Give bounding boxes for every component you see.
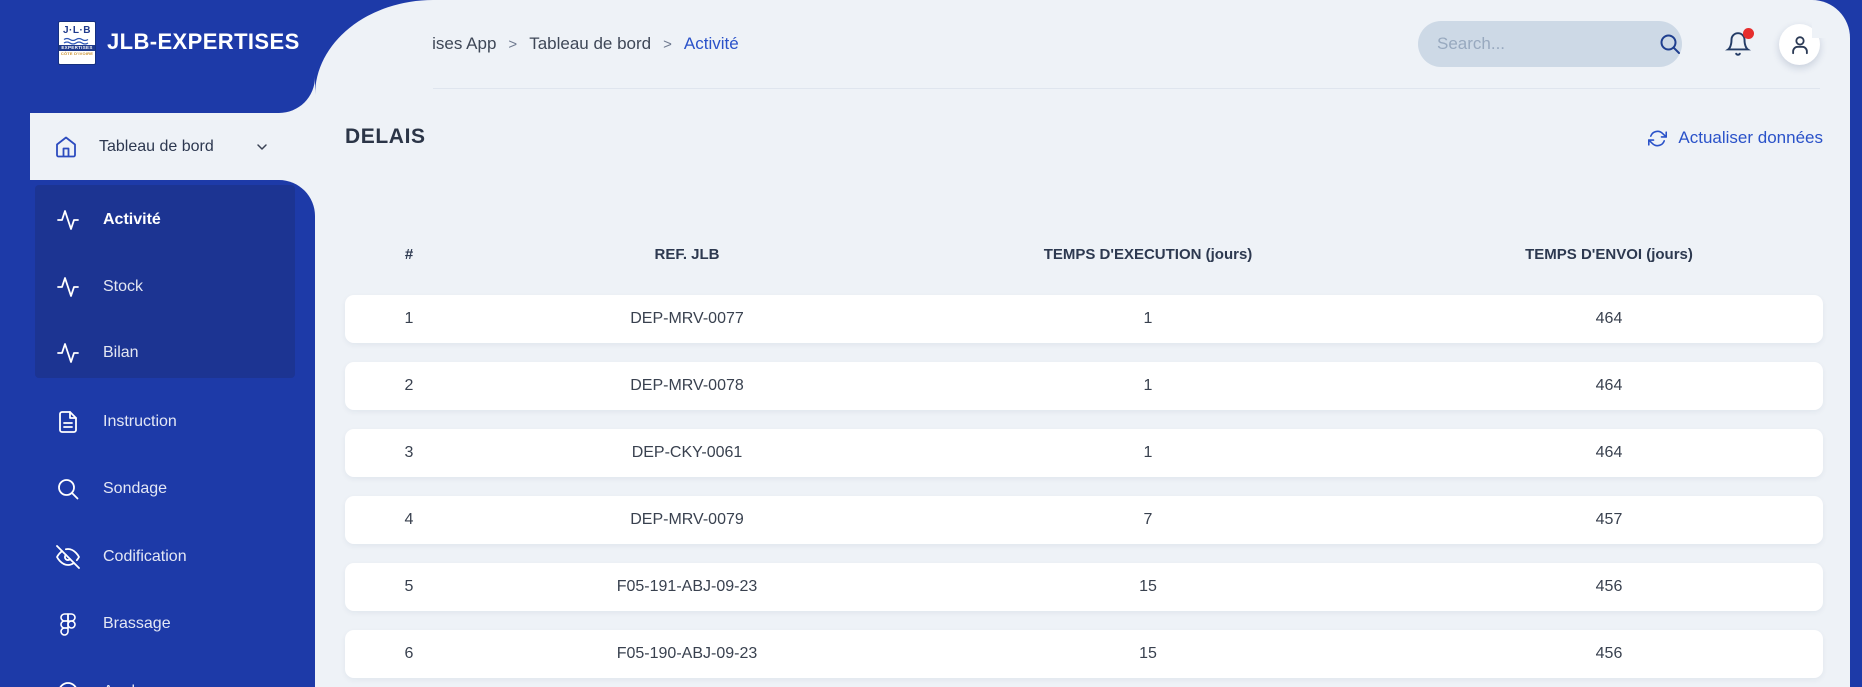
cell-num: 3 [404,444,414,461]
cell-ref: F05-190-ABJ-09-23 [616,645,758,662]
table-header-row: # REF. JLB TEMPS D'EXECUTION (jours) TEM… [345,240,1823,268]
sidebar-item-bilan[interactable]: Bilan [0,333,315,373]
cell-exec: 15 [1139,578,1157,595]
sidebar-item-label: Analyse [103,683,160,687]
column-header-exec: TEMPS D'EXECUTION (jours) [1043,245,1253,263]
activity-icon [56,208,80,232]
table-body: 1 DEP-MRV-0077 1 464 2 DEP-MRV-0078 1 46… [345,295,1823,687]
chevron-down-icon[interactable] [254,139,270,155]
cell-num: 6 [404,645,414,662]
sidebar-strip [0,113,30,180]
cell-envoi: 456 [1595,645,1623,662]
cell-exec: 1 [1143,310,1153,327]
sidebar-item-label: Bilan [103,344,139,361]
right-edge-band [1850,0,1862,687]
refresh-icon [1648,130,1668,146]
cell-num: 1 [404,310,414,327]
activity-icon [56,275,80,299]
sidebar-item-label: Tableau de bord [99,137,214,155]
sidebar-item-label: Sondage [103,480,168,497]
search-input[interactable] [1437,34,1658,54]
breadcrumb-separator-icon: > [508,35,518,53]
cell-ref: DEP-MRV-0077 [630,310,744,327]
cell-num: 5 [404,578,414,595]
sidebar-item-label: Stock [103,278,144,295]
page-title: DELAIS [345,125,426,148]
logo-waves-icon [63,37,91,45]
header-divider [345,88,1820,89]
document-icon [56,410,80,434]
sidebar-item-label: Instruction [103,413,177,430]
person-icon [1791,35,1808,54]
cell-envoi: 464 [1595,377,1623,394]
table-row[interactable]: 5 F05-191-ABJ-09-23 15 456 [345,563,1823,611]
cell-ref: F05-191-ABJ-09-23 [616,578,758,595]
notification-badge [1743,28,1754,39]
breadcrumb-activite[interactable]: Activité [684,34,739,54]
cell-num: 4 [404,511,414,528]
table-row[interactable]: 4 DEP-MRV-0079 7 457 [345,496,1823,544]
circle-icon [56,680,80,687]
magnifier-icon [56,477,80,501]
notifications-button[interactable] [1725,28,1754,60]
cell-exec: 15 [1139,645,1157,662]
cell-exec: 7 [1143,511,1153,528]
sidebar-nav: Activité Stock Bilan Instruction Sondage [0,180,315,687]
sidebar-item-stock[interactable]: Stock [0,267,315,307]
sidebar-item-label: Brassage [103,615,171,632]
refresh-data-button[interactable]: Actualiser données [1648,128,1823,148]
cell-envoi: 464 [1595,444,1623,461]
cell-ref: DEP-MRV-0078 [630,377,744,394]
breadcrumb-separator-icon: > [663,35,672,53]
cell-exec: 1 [1143,377,1153,394]
cell-num: 2 [404,377,414,394]
table-row[interactable]: 1 DEP-MRV-0077 1 464 [345,295,1823,343]
table-row[interactable]: 2 DEP-MRV-0078 1 464 [345,362,1823,410]
table-row[interactable]: 3 DEP-CKY-0061 1 464 [345,429,1823,477]
panel-top-left-curve [315,0,433,95]
column-header-num: # [404,245,414,263]
sidebar-item-label: Activité [103,211,161,228]
company-logo: J·L·B EXPERTISES CÔTE D'IVOIRE [58,21,96,65]
breadcrumb-dashboard[interactable]: Tableau de bord [529,34,651,54]
app-title: JLB-EXPERTISES [107,29,300,54]
main-panel: JLB Expertises App > Tableau de bord > A… [315,0,1850,687]
activity-icon [56,341,80,365]
logo-text: J·L·B [62,25,92,36]
column-header-ref: REF. JLB [654,245,720,263]
sidebar-item-tableau-de-bord[interactable]: Tableau de bord [30,113,315,180]
eye-off-icon [56,545,80,569]
brand: J·L·B EXPERTISES CÔTE D'IVOIRE JLB-EXPER… [0,0,315,113]
cell-ref: DEP-CKY-0061 [631,444,743,461]
panel-top-right-curve [1812,0,1850,38]
sidebar-item-label: Codification [103,548,187,565]
sidebar-item-sondage[interactable]: Sondage [0,469,315,509]
search-icon[interactable] [1658,32,1682,56]
search-box[interactable] [1418,21,1682,67]
cell-exec: 1 [1143,444,1153,461]
figma-icon [56,612,80,636]
sidebar-item-brassage[interactable]: Brassage [0,604,315,644]
sidebar-item-activite[interactable]: Activité [0,200,315,240]
sidebar-item-instruction[interactable]: Instruction [0,402,315,442]
cell-ref: DEP-MRV-0079 [630,511,744,528]
table-row[interactable]: 6 F05-190-ABJ-09-23 15 456 [345,630,1823,678]
cell-envoi: 457 [1595,511,1623,528]
home-icon [54,135,78,159]
sidebar-item-analyse[interactable]: Analyse [0,672,315,687]
cell-envoi: 464 [1595,310,1623,327]
logo-country: CÔTE D'IVOIRE [60,51,94,56]
cell-envoi: 456 [1595,578,1623,595]
refresh-label[interactable]: Actualiser données [1678,128,1823,148]
sidebar-item-codification[interactable]: Codification [0,537,315,577]
column-header-envoi: TEMPS D'ENVOI (jours) [1525,245,1693,263]
